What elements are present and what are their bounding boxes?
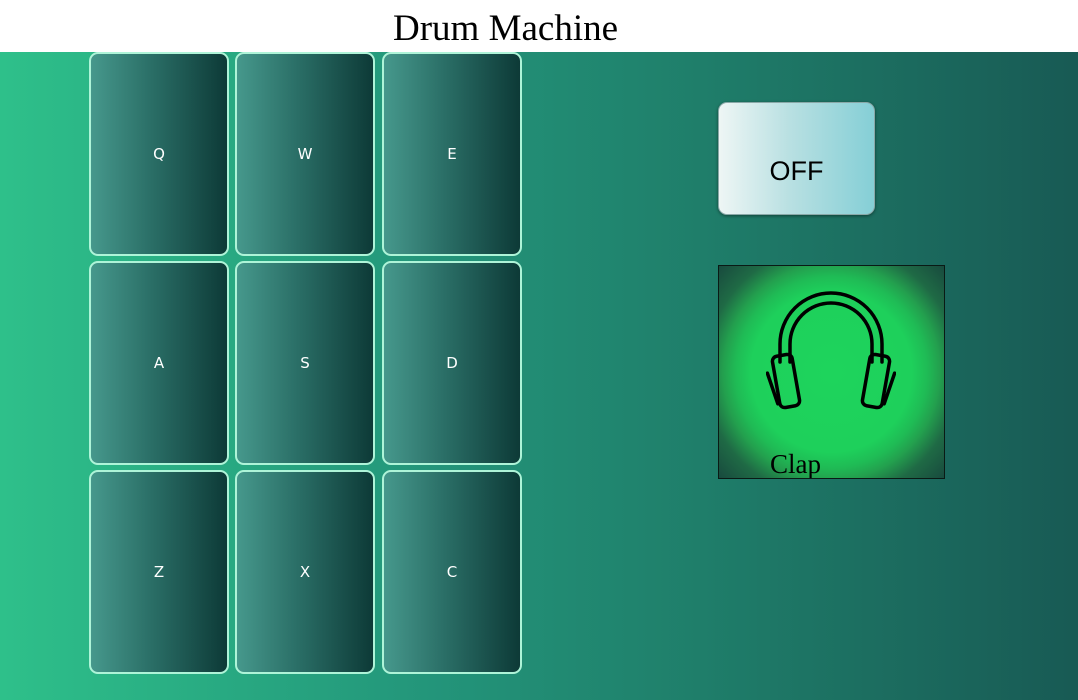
drum-pad-grid: Q W E A S D Z X C (89, 52, 527, 678)
drum-pad-q[interactable]: Q (89, 52, 229, 256)
title-bar: Drum Machine (0, 0, 1078, 52)
drum-pad-key-label: C (446, 563, 458, 581)
drum-pad-key-label: E (447, 145, 457, 163)
drum-pad-e[interactable]: E (382, 52, 522, 256)
drum-pad-s[interactable]: S (235, 261, 375, 465)
drum-machine: Q W E A S D Z X C OFF Clap (0, 52, 1078, 700)
drum-pad-w[interactable]: W (235, 52, 375, 256)
drum-pad-key-label: S (300, 354, 310, 372)
sound-display: Clap (718, 265, 945, 479)
drum-pad-key-label: A (153, 354, 165, 372)
drum-pad-key-label: D (446, 354, 458, 372)
drum-pad-d[interactable]: D (382, 261, 522, 465)
drum-pad-a[interactable]: A (89, 261, 229, 465)
current-sound-label: Clap (770, 449, 821, 479)
power-toggle-button[interactable]: OFF (718, 102, 875, 215)
drum-pad-x[interactable]: X (235, 470, 375, 674)
drum-pad-key-label: X (299, 563, 311, 581)
drum-pad-z[interactable]: Z (89, 470, 229, 674)
power-button-label: OFF (769, 156, 824, 186)
drum-pad-c[interactable]: C (382, 470, 522, 674)
drum-pad-key-label: W (297, 145, 313, 163)
drum-pad-key-label: Z (153, 563, 165, 581)
drum-pad-key-label: Q (153, 145, 165, 163)
page-title: Drum Machine (393, 8, 619, 49)
headphones-icon (766, 291, 896, 410)
